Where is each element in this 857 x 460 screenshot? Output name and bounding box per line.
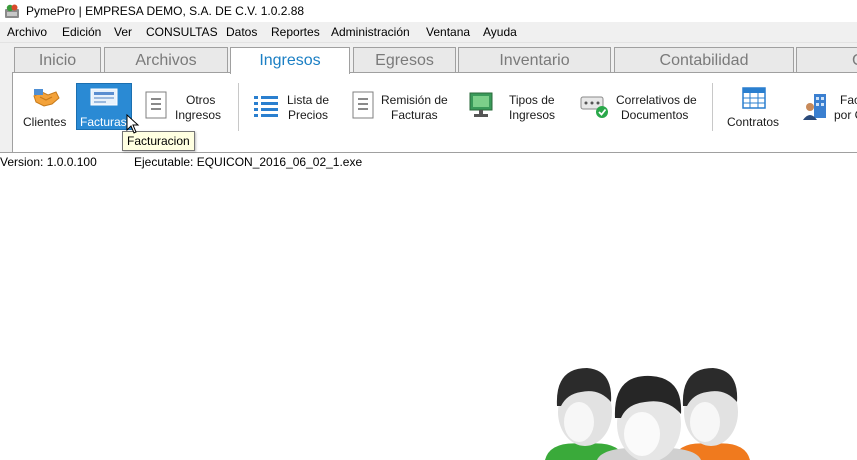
- facturacion-por-cliente-label-1: Fac: [840, 93, 857, 107]
- sequence-check-icon: [580, 96, 608, 118]
- menu-datos[interactable]: Datos: [226, 25, 257, 39]
- menu-ver[interactable]: Ver: [114, 25, 132, 39]
- building-person-icon: [803, 94, 826, 120]
- tipos-ingresos-button[interactable]: Tipos de Ingresos: [463, 83, 567, 131]
- window-title: PymePro | EMPRESA DEMO, S.A. DE C.V. 1.0…: [26, 4, 305, 18]
- version-text: Version: 1.0.0.100: [0, 155, 97, 169]
- correlativos-documentos-button[interactable]: Correlativos de Documentos: [576, 83, 706, 131]
- document-icon: [352, 91, 374, 119]
- correlativos-documentos-label-2: Documentos: [621, 108, 689, 122]
- mouse-cursor-icon: [126, 114, 140, 134]
- tipos-ingresos-label-2: Ingresos: [509, 108, 556, 122]
- facturas-button[interactable]: Facturas: [76, 83, 132, 130]
- lista-precios-button[interactable]: Lista de Precios: [248, 83, 338, 131]
- facturas-label: Facturas: [80, 115, 127, 129]
- menu-archivo[interactable]: Archivo: [7, 25, 47, 39]
- facturacion-por-cliente-label-2: por C: [834, 108, 857, 122]
- monitor-icon: [469, 92, 493, 117]
- menu-bar: Archivo Edición Ver CONSULTAS Datos Repo…: [0, 22, 857, 43]
- table-grid-icon: [742, 87, 766, 109]
- invoice-icon: [90, 88, 118, 106]
- contratos-label: Contratos: [727, 115, 780, 129]
- remision-facturas-label-1: Remisión de: [381, 93, 448, 107]
- separator: [712, 83, 713, 131]
- correlativos-documentos-label-1: Correlativos de: [616, 93, 697, 107]
- executable-text: Ejecutable: EQUICON_2016_06_02_1.exe: [134, 155, 363, 169]
- divider: [0, 152, 857, 153]
- users-group-illustration: [545, 368, 750, 460]
- app-logo-icon: [5, 4, 19, 18]
- tab-archivos[interactable]: Archivos: [104, 47, 228, 72]
- tab-ingresos[interactable]: Ingresos: [230, 47, 350, 74]
- remision-facturas-button[interactable]: Remisión de Facturas: [345, 83, 457, 131]
- menu-reportes[interactable]: Reportes: [271, 25, 320, 39]
- menu-edicion[interactable]: Edición: [62, 25, 101, 39]
- tab-more[interactable]: C: [796, 47, 857, 72]
- menu-consultas[interactable]: CONSULTAS: [146, 25, 218, 39]
- menu-ayuda[interactable]: Ayuda: [483, 25, 517, 39]
- handshake-icon: [33, 89, 60, 107]
- facturacion-por-cliente-button[interactable]: Fac por C: [796, 83, 857, 131]
- tab-inicio[interactable]: Inicio: [14, 47, 101, 72]
- lista-precios-label-2: Precios: [288, 108, 329, 122]
- lista-precios-label-1: Lista de: [287, 93, 330, 107]
- otros-ingresos-label-1: Otros: [186, 93, 216, 107]
- tipos-ingresos-label-1: Tipos de: [509, 93, 555, 107]
- facturas-tooltip: Facturacion: [122, 131, 195, 151]
- tab-contabilidad[interactable]: Contabilidad: [614, 47, 794, 72]
- remision-facturas-label-2: Facturas: [391, 108, 438, 122]
- list-icon: [254, 96, 278, 117]
- document-icon: [145, 91, 167, 119]
- menu-administracion[interactable]: Administración: [331, 25, 410, 39]
- title-bar: PymePro | EMPRESA DEMO, S.A. DE C.V. 1.0…: [0, 0, 857, 22]
- clientes-label: Clientes: [23, 115, 67, 129]
- tab-inventario[interactable]: Inventario: [458, 47, 611, 72]
- otros-ingresos-button[interactable]: Otros Ingresos: [140, 83, 230, 131]
- otros-ingresos-label-2: Ingresos: [175, 108, 222, 122]
- contratos-button[interactable]: Contratos: [722, 83, 786, 131]
- clientes-button[interactable]: Clientes: [20, 83, 72, 131]
- separator: [238, 83, 239, 131]
- menu-ventana[interactable]: Ventana: [426, 25, 470, 39]
- tab-egresos[interactable]: Egresos: [353, 47, 456, 72]
